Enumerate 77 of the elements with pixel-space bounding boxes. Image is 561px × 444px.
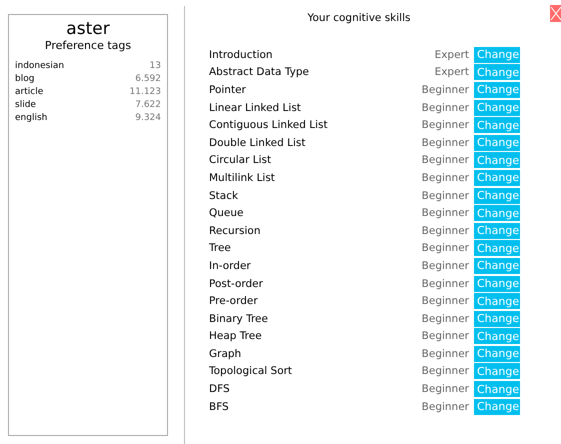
tag-name: blog xyxy=(15,73,34,86)
tag-value: 9.324 xyxy=(135,112,161,125)
skill-level: Beginner xyxy=(420,84,470,96)
tag-value: 6.592 xyxy=(135,73,161,86)
skill-name: Contiguous Linked List xyxy=(209,119,329,132)
skill-level: Beginner xyxy=(420,154,470,166)
skill-name: BFS xyxy=(209,400,230,413)
skill-level: Beginner xyxy=(420,260,470,272)
skills-title: Your cognitive skills xyxy=(306,12,412,24)
skill-name: Topological Sort xyxy=(209,365,294,378)
change-button[interactable]: Change xyxy=(474,293,520,310)
close-icon[interactable] xyxy=(550,5,561,22)
skill-name: Circular List xyxy=(209,154,272,166)
skill-level: Beginner xyxy=(420,312,470,325)
skill-name: Stack xyxy=(209,190,240,202)
change-button[interactable]: Change xyxy=(474,258,520,274)
skill-level: Beginner xyxy=(420,207,470,220)
skill-level: Beginner xyxy=(420,330,470,342)
change-button[interactable]: Change xyxy=(474,170,520,186)
tag-name: article xyxy=(15,86,44,99)
skill-level: Beginner xyxy=(420,400,470,413)
skill-level: Beginner xyxy=(420,278,470,290)
skill-name: Graph xyxy=(209,348,242,360)
tag-name: slide xyxy=(15,99,36,112)
skill-level: Beginner xyxy=(420,348,470,360)
change-button[interactable]: Change xyxy=(474,64,520,80)
change-button[interactable]: Change xyxy=(474,363,520,380)
panel-subtitle: Preference tags xyxy=(44,39,132,52)
user-name: aster xyxy=(65,19,111,39)
skill-name: Double Linked List xyxy=(209,136,306,149)
change-button[interactable]: Change xyxy=(474,346,520,362)
skill-level: Beginner xyxy=(420,190,470,202)
tag-name: english xyxy=(15,112,48,125)
change-button[interactable]: Change xyxy=(474,398,520,415)
skill-name: Pre-order xyxy=(209,295,259,308)
skill-level: Beginner xyxy=(420,224,470,237)
skill-level: Beginner xyxy=(420,102,470,114)
skill-name: Linear Linked List xyxy=(209,102,302,114)
skill-level: Beginner xyxy=(420,242,470,254)
skill-name: Pointer xyxy=(209,84,247,96)
skill-level: Beginner xyxy=(420,383,470,396)
change-button[interactable]: Change xyxy=(474,134,520,151)
skill-level: Beginner xyxy=(420,136,470,149)
change-button[interactable]: Change xyxy=(474,152,520,168)
change-button[interactable]: Change xyxy=(474,222,520,239)
skill-name: Queue xyxy=(209,207,244,220)
change-button[interactable]: Change xyxy=(474,205,520,222)
skill-level: Expert xyxy=(434,48,470,61)
change-button[interactable]: Change xyxy=(474,100,520,116)
tag-value: 11.123 xyxy=(130,86,161,99)
skill-name: Heap Tree xyxy=(209,330,263,342)
skill-name: Post-order xyxy=(209,278,264,290)
change-button[interactable]: Change xyxy=(474,381,520,398)
change-button[interactable]: Change xyxy=(474,82,520,98)
skill-name: Introduction xyxy=(209,48,274,61)
skill-name: Binary Tree xyxy=(209,312,269,325)
tag-value: 13 xyxy=(150,60,161,73)
skill-name: In-order xyxy=(209,260,252,272)
change-button[interactable]: Change xyxy=(474,328,520,344)
skill-level: Expert xyxy=(434,66,470,78)
change-button[interactable]: Change xyxy=(474,276,520,292)
skill-name: Tree xyxy=(209,242,232,254)
change-button[interactable]: Change xyxy=(474,310,520,327)
skill-level: Beginner xyxy=(420,119,470,132)
tag-value: 7.622 xyxy=(135,99,161,112)
skill-level: Beginner xyxy=(420,365,470,378)
skill-name: Recursion xyxy=(209,224,262,237)
change-button[interactable]: Change xyxy=(474,46,520,63)
change-button[interactable]: Change xyxy=(474,240,520,256)
skill-name: DFS xyxy=(209,383,231,396)
skill-level: Beginner xyxy=(420,295,470,308)
change-button[interactable]: Change xyxy=(474,188,520,204)
skill-name: Multilink List xyxy=(209,172,276,184)
skill-level: Beginner xyxy=(420,172,470,184)
tag-name: indonesian xyxy=(15,60,64,73)
change-button[interactable]: Change xyxy=(474,117,520,134)
skill-name: Abstract Data Type xyxy=(209,66,310,78)
